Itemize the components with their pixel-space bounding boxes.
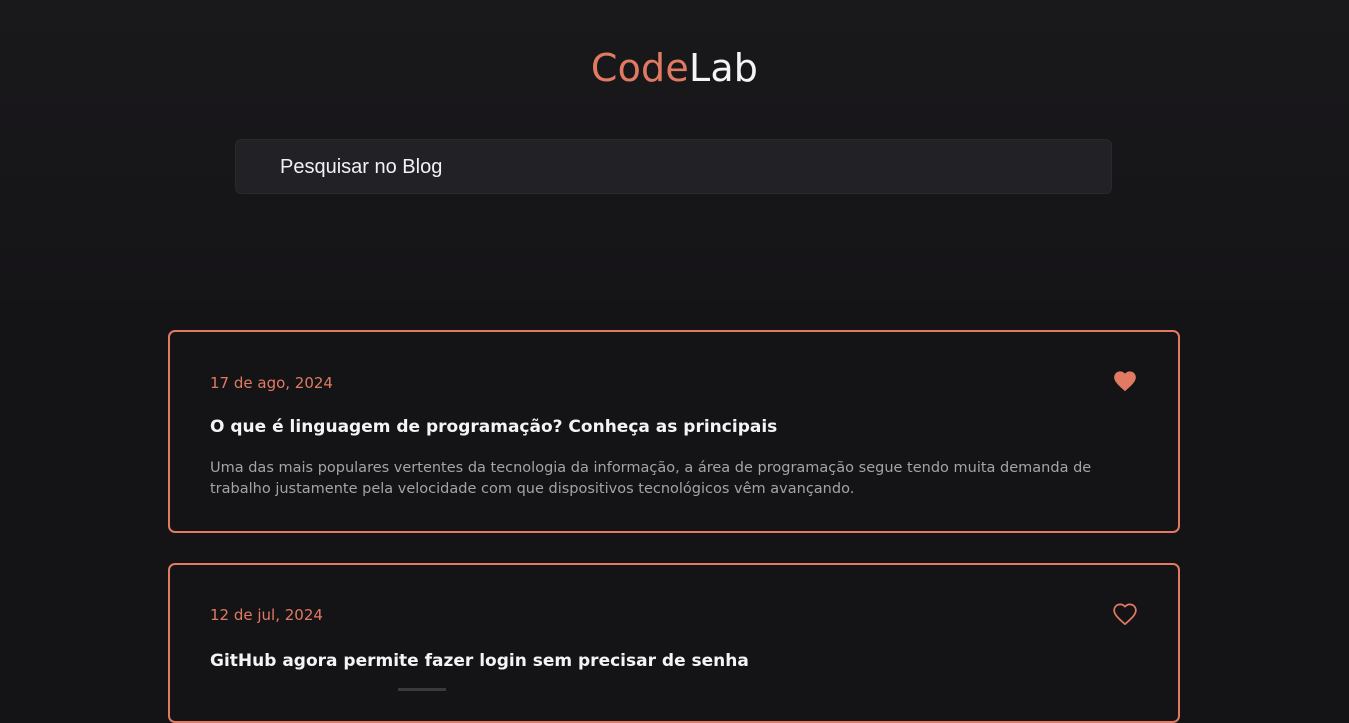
- logo-code-text: Code: [590, 46, 689, 90]
- heart-filled-icon[interactable]: [1112, 368, 1138, 392]
- heart-outline-icon[interactable]: [1112, 601, 1138, 625]
- post-title[interactable]: O que é linguagem de programação? Conheç…: [210, 415, 777, 439]
- post-card[interactable]: 17 de ago, 2024 O que é linguagem de pro…: [168, 330, 1180, 533]
- post-card[interactable]: 12 de jul, 2024 GitHub agora permite faz…: [168, 563, 1180, 723]
- post-title[interactable]: GitHub agora permite fazer login sem pre…: [210, 649, 749, 673]
- logo-lab-text: Lab: [688, 46, 759, 90]
- search-input[interactable]: [280, 152, 1080, 182]
- post-date: 12 de jul, 2024: [210, 606, 323, 624]
- site-logo[interactable]: CodeLab: [0, 44, 1349, 92]
- post-excerpt: Uma das mais populares vertentes da tecn…: [210, 460, 1092, 497]
- search-box: [235, 139, 1112, 194]
- post-date: 17 de ago, 2024: [210, 374, 333, 392]
